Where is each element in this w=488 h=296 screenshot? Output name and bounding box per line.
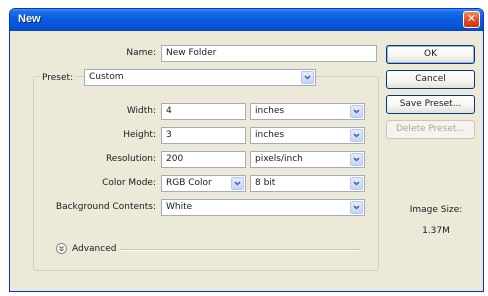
width-field[interactable]: 4: [161, 103, 246, 120]
chevron-down-icon[interactable]: [350, 201, 363, 214]
width-label: Width:: [126, 106, 156, 116]
close-button[interactable]: ✕: [463, 11, 480, 28]
chevron-down-icon[interactable]: [350, 153, 363, 166]
color-mode-select[interactable]: RGB Color: [161, 175, 246, 192]
width-unit-value: inches: [255, 106, 285, 116]
resolution-field[interactable]: 200: [161, 151, 246, 168]
new-document-dialog: New ✕ Name: New Folder Preset: Custom Wi…: [9, 8, 484, 292]
dialog-body: Name: New Folder Preset: Custom Width: 4…: [10, 31, 483, 291]
height-unit-select[interactable]: inches: [250, 127, 365, 144]
chevron-down-icon[interactable]: [350, 105, 363, 118]
preset-value: Custom: [89, 72, 124, 82]
image-size-value: 1.37M: [422, 226, 450, 236]
preset-label: Preset:: [40, 73, 76, 83]
background-contents-select[interactable]: White: [161, 199, 365, 216]
ok-button[interactable]: OK: [386, 45, 475, 64]
background-contents-value: White: [166, 202, 193, 212]
height-field[interactable]: 3: [161, 127, 246, 144]
resolution-unit-select[interactable]: pixels/inch: [250, 151, 365, 168]
title-bar[interactable]: New ✕: [10, 9, 483, 31]
resolution-label: Resolution:: [105, 154, 156, 164]
name-label: Name:: [126, 48, 156, 58]
chevron-down-icon[interactable]: [350, 177, 363, 190]
color-mode-value: RGB Color: [166, 178, 212, 188]
save-preset-button[interactable]: Save Preset...: [386, 95, 475, 114]
color-mode-label: Color Mode:: [102, 178, 156, 188]
height-label: Height:: [123, 130, 156, 140]
background-contents-label: Background Contents:: [55, 202, 156, 212]
name-field[interactable]: New Folder: [161, 45, 377, 62]
window-title: New: [18, 13, 41, 25]
resolution-unit-value: pixels/inch: [255, 154, 303, 164]
delete-preset-button: Delete Preset...: [386, 120, 475, 139]
advanced-divider: [120, 249, 360, 251]
chevron-down-icon[interactable]: [301, 71, 314, 84]
preset-select[interactable]: Custom: [84, 69, 316, 86]
bit-depth-select[interactable]: 8 bit: [250, 175, 365, 192]
chevron-down-icon[interactable]: [350, 129, 363, 142]
image-size-label: Image Size:: [409, 205, 463, 215]
cancel-button[interactable]: Cancel: [386, 70, 475, 89]
bit-depth-value: 8 bit: [255, 178, 276, 188]
expand-chevron-icon[interactable]: [56, 243, 67, 254]
advanced-toggle-label[interactable]: Advanced: [72, 244, 116, 254]
height-unit-value: inches: [255, 130, 285, 140]
close-icon: ✕: [466, 12, 477, 25]
chevron-down-icon[interactable]: [231, 177, 244, 190]
width-unit-select[interactable]: inches: [250, 103, 365, 120]
